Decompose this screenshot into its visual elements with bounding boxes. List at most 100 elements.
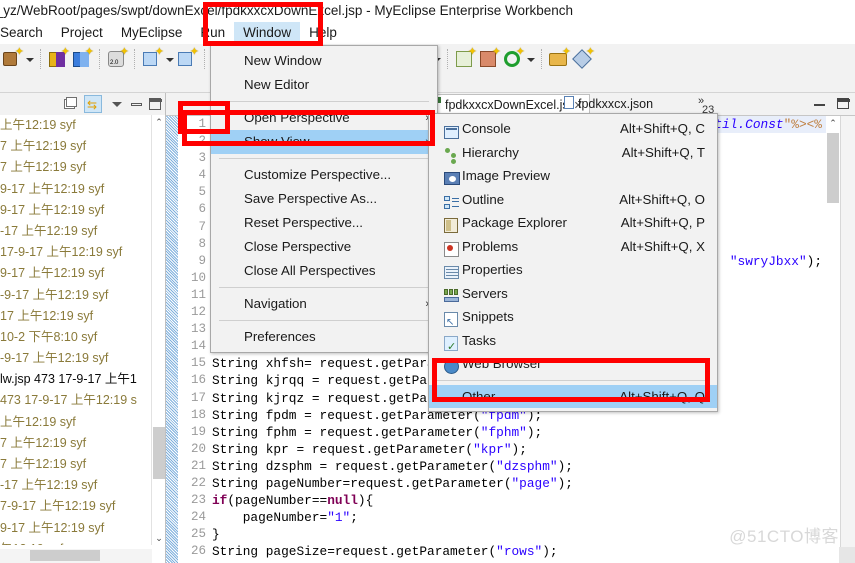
list-item[interactable]: 9-17 上午12:19 syf bbox=[0, 263, 152, 284]
deploy-icon[interactable]: ✦ bbox=[176, 47, 199, 70]
history-horizontal-scrollbar[interactable] bbox=[0, 549, 152, 563]
snippets-icon bbox=[436, 309, 458, 335]
scrollbar-thumb-horizontal[interactable] bbox=[30, 550, 100, 561]
properties-icon bbox=[436, 262, 459, 279]
sync-arrows-icon[interactable]: ⇆ bbox=[84, 95, 102, 113]
window-menu-dropdown[interactable]: New WindowNew Editor Open Perspective›Sho… bbox=[210, 45, 438, 353]
sparkle-overlay-icon: ✦ bbox=[491, 46, 501, 58]
menu-item-new-editor[interactable]: New Editor bbox=[211, 73, 437, 97]
menu-run[interactable]: Run bbox=[191, 22, 234, 44]
minimize-icon[interactable] bbox=[128, 95, 146, 113]
list-item[interactable]: 午12:19 syf bbox=[0, 539, 152, 545]
dropdown-arrow-icon[interactable] bbox=[24, 48, 35, 70]
list-item[interactable]: 7 上午12:19 syf bbox=[0, 136, 152, 157]
list-item[interactable]: 10-2 下午8:10 syf bbox=[0, 327, 152, 348]
list-item[interactable]: 7 上午12:19 syf bbox=[0, 433, 152, 454]
menu-window[interactable]: Window bbox=[234, 22, 301, 44]
scrollbar-thumb[interactable] bbox=[153, 427, 165, 479]
list-item[interactable]: -9-17 上午12:19 syf bbox=[0, 348, 152, 369]
new-grid-icon[interactable]: ✦ bbox=[478, 46, 501, 70]
gold-cube-icon[interactable]: ✦ bbox=[47, 47, 70, 70]
menu-item-preferences[interactable]: Preferences bbox=[211, 325, 437, 349]
console-icon bbox=[436, 121, 459, 139]
menu-myeclipse[interactable]: MyEclipse bbox=[112, 22, 192, 44]
menu-search[interactable]: Search bbox=[0, 22, 52, 44]
menu-item-outline[interactable]: Outline Alt+Shift+Q, O bbox=[429, 188, 717, 212]
compare-icon[interactable] bbox=[61, 95, 79, 113]
line-number: 18 bbox=[190, 407, 206, 422]
menu-item-properties[interactable]: Properties bbox=[429, 258, 717, 282]
code-line[interactable]: String kpr = request.getParameter("kpr")… bbox=[212, 441, 840, 458]
menu-item-package-explorer[interactable]: Package Explorer Alt+Shift+Q, P bbox=[429, 211, 717, 235]
scrollbar-thumb[interactable] bbox=[827, 133, 839, 203]
list-item[interactable]: 7 上午12:19 syf bbox=[0, 454, 152, 475]
history-vertical-scrollbar[interactable]: ⌃ ⌄ bbox=[151, 115, 165, 545]
menu-item-web-browser[interactable]: Web Browser bbox=[429, 352, 717, 376]
open-folder-icon[interactable]: ✦ bbox=[548, 47, 571, 70]
menu-item-customize-perspective[interactable]: Customize Perspective... bbox=[211, 163, 437, 187]
scroll-up-icon[interactable]: ⌃ bbox=[152, 115, 165, 129]
code-line[interactable]: if(pageNumber==null){ bbox=[212, 492, 840, 509]
menu-item-hierarchy[interactable]: Hierarchy Alt+Shift+Q, T bbox=[429, 141, 717, 165]
list-item[interactable]: -17 上午12:19 syf bbox=[0, 475, 152, 496]
dropdown-arrow-icon[interactable] bbox=[164, 48, 175, 70]
list-item[interactable]: lw.jsp 473 17-9-17 上午1 bbox=[0, 369, 152, 390]
menu-help[interactable]: Help bbox=[300, 22, 346, 44]
scroll-up-icon[interactable]: ⌃ bbox=[826, 116, 840, 130]
minimize-icon[interactable] bbox=[812, 96, 828, 111]
menu-item-new-window[interactable]: New Window bbox=[211, 49, 437, 73]
line-number: 10 bbox=[190, 270, 206, 285]
menu-item-problems[interactable]: Problems Alt+Shift+Q, X bbox=[429, 235, 717, 259]
editor-tab-label: fpdkxxcx.json bbox=[578, 97, 654, 111]
new-jsp-icon[interactable]: ✦ bbox=[454, 47, 477, 70]
list-item[interactable]: 473 17-9-17 上午12:19 s bbox=[0, 390, 152, 411]
blue-cube-icon[interactable]: ✦ bbox=[71, 47, 94, 70]
dropdown-arrow-icon[interactable] bbox=[525, 48, 536, 70]
list-item[interactable]: -17 上午12:19 syf bbox=[0, 221, 152, 242]
list-item[interactable]: 17-9-17 上午12:19 syf bbox=[0, 242, 152, 263]
list-item[interactable]: -9-17 上午12:19 syf bbox=[0, 285, 152, 306]
code-line[interactable]: String fphm = request.getParameter("fphm… bbox=[212, 424, 840, 441]
list-item[interactable]: 9-17 上午12:19 syf bbox=[0, 518, 152, 539]
pen-icon[interactable]: ✦ bbox=[572, 46, 595, 70]
scroll-down-icon[interactable]: ⌄ bbox=[152, 531, 165, 545]
maximize-icon[interactable] bbox=[146, 95, 164, 113]
menu-item-save-perspective-as[interactable]: Save Perspective As... bbox=[211, 187, 437, 211]
editor-overview-ruler[interactable] bbox=[840, 116, 855, 563]
wizard-deploy-icon[interactable]: ✦ bbox=[141, 47, 164, 70]
editor-vertical-scrollbar[interactable]: ⌃ bbox=[826, 116, 840, 563]
menu-item-show-view[interactable]: Show View› bbox=[211, 130, 437, 154]
menu-item-navigation[interactable]: Navigation› bbox=[211, 292, 437, 316]
menu-project[interactable]: Project bbox=[52, 22, 112, 44]
code-line[interactable]: String pageNumber=request.getParameter("… bbox=[212, 475, 840, 492]
list-item[interactable]: 7-9-17 上午12:19 syf bbox=[0, 496, 152, 517]
editor-tab-inactive[interactable]: fpdkxxcx.json bbox=[558, 94, 659, 115]
new-wizard-icon[interactable]: ✦ bbox=[1, 47, 24, 70]
maximize-icon[interactable] bbox=[835, 96, 851, 111]
show-view-submenu[interactable]: Console Alt+Shift+Q, C Hierarchy Alt+Shift+… bbox=[428, 113, 718, 412]
menu-item-console[interactable]: Console Alt+Shift+Q, C bbox=[429, 117, 717, 141]
list-item[interactable]: 上午12:19 syf bbox=[0, 412, 152, 433]
list-item[interactable]: 9-17 上午12:19 syf bbox=[0, 200, 152, 221]
sparkle-overlay-icon: ✦ bbox=[585, 46, 595, 58]
list-item[interactable]: 上午12:19 syf bbox=[0, 115, 152, 136]
menu-item-label: Properties bbox=[462, 262, 523, 277]
menu-item-close-all-perspectives[interactable]: Close All Perspectives bbox=[211, 259, 437, 283]
menu-item-servers[interactable]: Servers bbox=[429, 282, 717, 306]
globe-2-icon[interactable]: ✦ bbox=[106, 47, 129, 70]
view-menu-icon[interactable] bbox=[108, 95, 126, 113]
menu-item-reset-perspective[interactable]: Reset Perspective... bbox=[211, 211, 437, 235]
menu-item-snippets[interactable]: Snippets bbox=[429, 305, 717, 335]
menu-item-tasks[interactable]: Tasks bbox=[429, 329, 717, 359]
new-g-icon[interactable]: ✦ bbox=[502, 47, 525, 70]
tab-overflow-button[interactable]: » 23 bbox=[698, 95, 714, 116]
menu-item-other[interactable]: Other... Alt+Shift+Q, Q bbox=[429, 384, 717, 408]
code-line[interactable]: String dzsphm = request.getParameter("dz… bbox=[212, 458, 840, 475]
line-number: 9 bbox=[198, 253, 206, 268]
menu-item-image-preview[interactable]: Image Preview bbox=[429, 164, 717, 188]
list-item[interactable]: 7 上午12:19 syf bbox=[0, 157, 152, 178]
menu-item-close-perspective[interactable]: Close Perspective bbox=[211, 235, 437, 259]
list-item[interactable]: 17 上午12:19 syf bbox=[0, 306, 152, 327]
menu-item-open-perspective[interactable]: Open Perspective› bbox=[211, 106, 437, 130]
list-item[interactable]: 9-17 上午12:19 syf bbox=[0, 179, 152, 200]
